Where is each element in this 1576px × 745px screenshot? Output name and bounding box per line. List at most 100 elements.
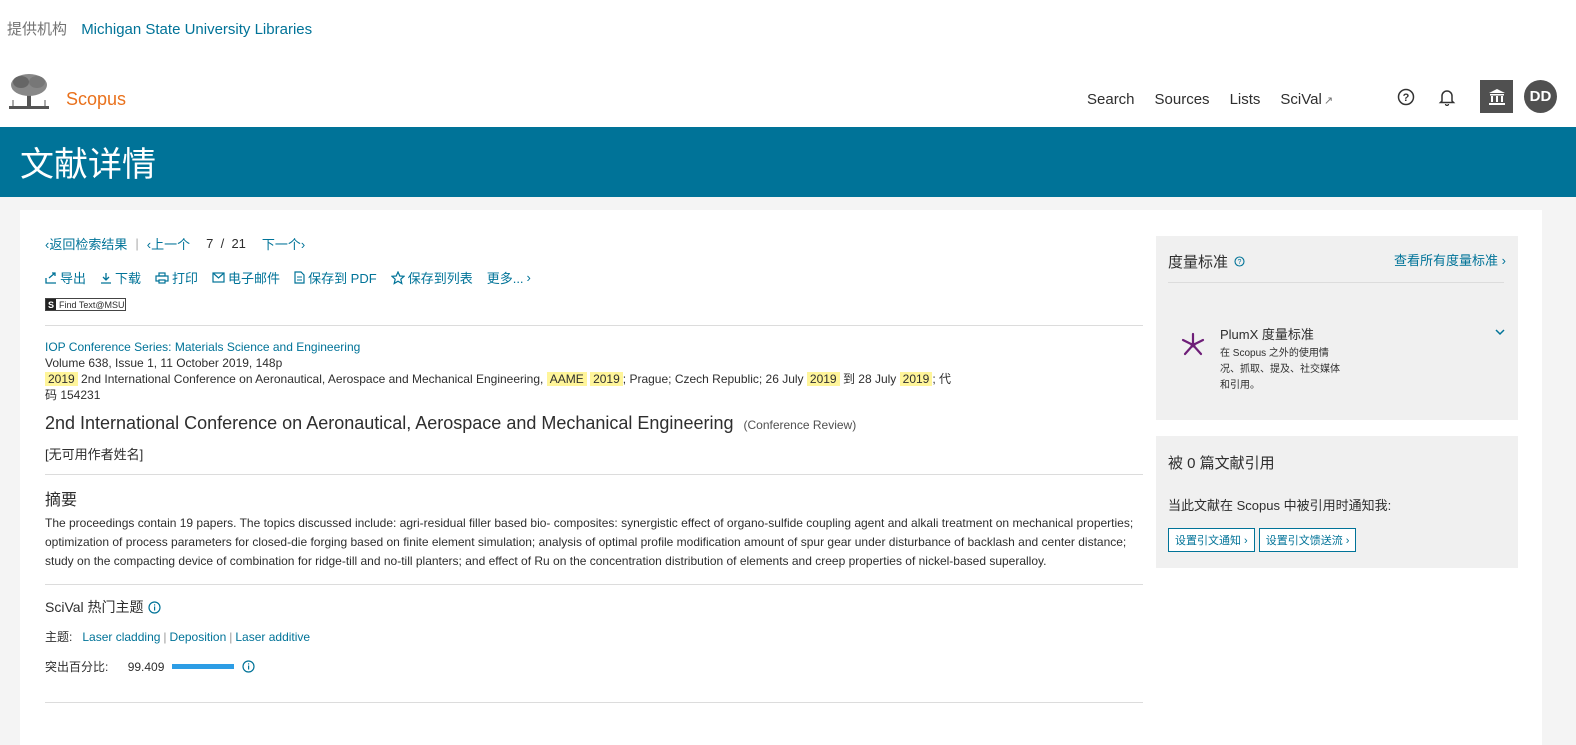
info-icon[interactable] — [242, 660, 255, 673]
provider-label: 提供机构 — [7, 21, 68, 38]
authors: [无可用作者姓名] — [45, 447, 144, 462]
save-pdf-button[interactable]: 保存到 PDF — [294, 268, 377, 287]
highlight-abbr: AAME — [546, 372, 587, 386]
cited-by-note: 当此文献在 Scopus 中被引用时通知我: — [1168, 498, 1392, 513]
print-icon — [155, 271, 169, 284]
external-link-icon: ↗ — [1323, 95, 1334, 107]
save-pdf-label: 保存到 PDF — [308, 271, 377, 286]
nav-sources[interactable]: Sources — [1155, 91, 1210, 108]
svg-text:?: ? — [1403, 92, 1410, 104]
more-label: 更多... — [486, 271, 524, 286]
conference-code: 码 154231 — [45, 388, 101, 402]
topic-link[interactable]: Laser additive — [235, 630, 310, 644]
topic-link[interactable]: Laser cladding — [82, 630, 160, 644]
top-bar: 提供机构 Michigan State University Libraries… — [0, 0, 1576, 127]
volume-info: Volume 638, Issue 1, 11 October 2019, 14… — [45, 356, 283, 370]
conference-location: ; Prague; Czech Republic; 26 July — [622, 372, 804, 386]
set-citation-feed-button[interactable]: 设置引文馈送流 › — [1258, 528, 1357, 552]
institution-icon[interactable] — [1480, 80, 1513, 113]
topic-label: 主题: — [45, 630, 73, 644]
email-button[interactable]: 电子邮件 — [212, 268, 280, 287]
scopus-brand[interactable]: Scopus — [66, 89, 126, 110]
metrics-title-text: 度量标准 — [1168, 254, 1229, 271]
cited-by-panel: 被 0 篇文献引用 当此文献在 Scopus 中被引用时通知我: 设置引文通知 … — [1156, 436, 1518, 568]
citation-alert-label: 设置引文通知 — [1175, 535, 1241, 547]
find-text-logo-icon: S — [46, 299, 56, 310]
date-to: 到 28 July — [842, 372, 897, 386]
nav-search[interactable]: Search — [1087, 91, 1135, 108]
conference-name: 2nd International Conference on Aeronaut… — [81, 372, 544, 386]
plumx-icon — [1181, 332, 1205, 356]
next-label: 下一个 — [261, 237, 301, 252]
find-text-label: Find Text@MSU — [59, 299, 125, 310]
topic-row: 主题: Laser cladding | Deposition | Laser addi… — [45, 630, 311, 644]
source-info: IOP Conference Series: Materials Science… — [45, 339, 965, 403]
previous-label: 上一个 — [151, 237, 191, 252]
svg-text:?: ? — [1238, 259, 1242, 266]
download-label: 下载 — [115, 271, 142, 286]
plumx-title: PlumX 度量标准 — [1220, 327, 1314, 342]
results-navigation: ‹返回检索结果 | ‹上一个 7 / 21 下一个› — [45, 234, 305, 253]
download-button[interactable]: 下载 — [100, 268, 141, 287]
help-icon[interactable]: ? — [1234, 256, 1245, 267]
back-to-results-link[interactable]: ‹返回检索结果 — [45, 234, 127, 253]
abstract-heading: 摘要 — [45, 492, 78, 509]
nav-scival-label: SciVal — [1280, 91, 1322, 108]
divider — [45, 584, 1143, 585]
code-prefix: ; 代 — [932, 372, 952, 386]
divider — [45, 474, 1143, 475]
view-all-label: 查看所有度量标准 — [1394, 253, 1499, 268]
main-nav: Search Sources Lists SciVal ↗ — [1087, 91, 1333, 108]
abstract-text: The proceedings contain 19 papers. The t… — [45, 516, 1134, 568]
journal-link[interactable]: IOP Conference Series: Materials Science… — [45, 340, 360, 354]
bell-icon[interactable] — [1436, 86, 1458, 108]
metrics-title: 度量标准 ? — [1168, 251, 1245, 272]
highlight-year: 2019 — [806, 372, 840, 386]
divider — [45, 702, 1143, 703]
divider — [1168, 282, 1504, 283]
elsevier-tree-logo[interactable] — [7, 72, 51, 112]
next-link[interactable]: 下一个› — [262, 234, 305, 253]
info-icon[interactable] — [147, 600, 161, 614]
institution-link[interactable]: Michigan State University Libraries — [81, 21, 312, 38]
nav-scival[interactable]: SciVal ↗ — [1280, 91, 1333, 108]
scival-heading-text: SciVal 热门主题 — [45, 599, 144, 615]
total-count: 21 — [231, 236, 246, 251]
save-to-list-button[interactable]: 保存到列表 — [390, 268, 473, 287]
export-button[interactable]: 导出 — [45, 268, 86, 287]
nav-lists[interactable]: Lists — [1230, 91, 1261, 108]
highlight-year: 2019 — [899, 372, 933, 386]
scival-heading: SciVal 热门主题 — [45, 597, 161, 617]
cited-by-buttons: 设置引文通知 › 设置引文馈送流 › — [1168, 528, 1357, 552]
chevron-down-icon[interactable] — [1494, 328, 1506, 336]
citation-feed-label: 设置引文馈送流 — [1265, 535, 1343, 547]
document-title: 2nd International Conference on Aeronaut… — [45, 413, 856, 434]
divider — [45, 325, 1143, 326]
topic-link[interactable]: Deposition — [170, 630, 227, 644]
back-label: 返回检索结果 — [49, 237, 128, 252]
previous-link[interactable]: ‹上一个 — [147, 234, 190, 253]
envelope-icon — [212, 272, 225, 283]
prominence-value: 99.409 — [127, 659, 165, 674]
document-title-text: 2nd International Conference on Aeronaut… — [45, 413, 734, 433]
print-button[interactable]: 打印 — [155, 268, 198, 287]
export-label: 导出 — [60, 271, 87, 286]
prominence-row: 突出百分比: 99.409 — [45, 658, 255, 675]
user-avatar[interactable]: DD — [1524, 80, 1557, 113]
help-icon[interactable]: ? — [1395, 86, 1417, 108]
document-card: ‹返回检索结果 | ‹上一个 7 / 21 下一个› 导出 下载 打印 电子邮件… — [20, 210, 1542, 745]
document-type: (Conference Review) — [743, 418, 857, 432]
highlight-year: 2019 — [45, 372, 78, 386]
export-icon — [45, 271, 56, 284]
more-button[interactable]: 更多... › — [487, 268, 531, 287]
highlight-year: 2019 — [590, 372, 623, 386]
page-title: 文献详情 — [20, 146, 156, 184]
slash: / — [220, 236, 225, 251]
save-to-list-label: 保存到列表 — [407, 271, 473, 286]
page-banner: 文献详情 — [0, 127, 1576, 197]
set-citation-alert-button[interactable]: 设置引文通知 › — [1168, 528, 1255, 552]
find-text-button[interactable]: S Find Text@MSU — [45, 298, 126, 311]
view-all-metrics-link[interactable]: 查看所有度量标准 › — [1394, 250, 1506, 269]
conference-info: 2019 2nd International Conference on Aer… — [45, 371, 965, 387]
star-icon — [390, 270, 405, 285]
